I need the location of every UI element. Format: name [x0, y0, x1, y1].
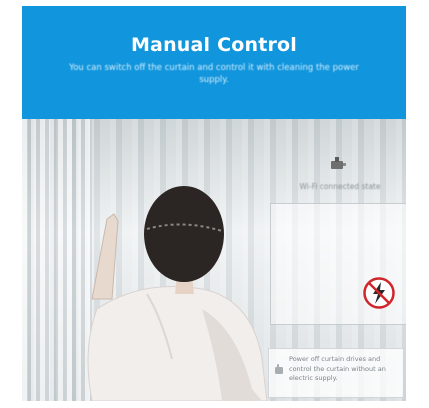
person-figure	[87, 186, 268, 401]
product-card: Manual Control You can switch off the cu…	[22, 6, 406, 401]
hand-icon	[275, 364, 283, 374]
banner-subtitle: You can switch off the curtain and contr…	[69, 63, 359, 85]
motor-device-icon	[331, 157, 346, 169]
banner-title: Manual Control	[130, 34, 298, 56]
lifestyle-photo: Wi-Fi connected state Power off curtain …	[22, 119, 406, 401]
manual-note-box: Power off curtain drives and control the…	[268, 348, 404, 398]
person-opening-curtain	[52, 159, 282, 401]
device-label: Wi-Fi connected state	[299, 182, 381, 191]
header-banner: Manual Control You can switch off the cu…	[22, 6, 406, 119]
no-power-badge	[362, 276, 396, 310]
no-power-icon	[363, 277, 395, 309]
note-text: Power off curtain drives and control the…	[289, 355, 386, 382]
